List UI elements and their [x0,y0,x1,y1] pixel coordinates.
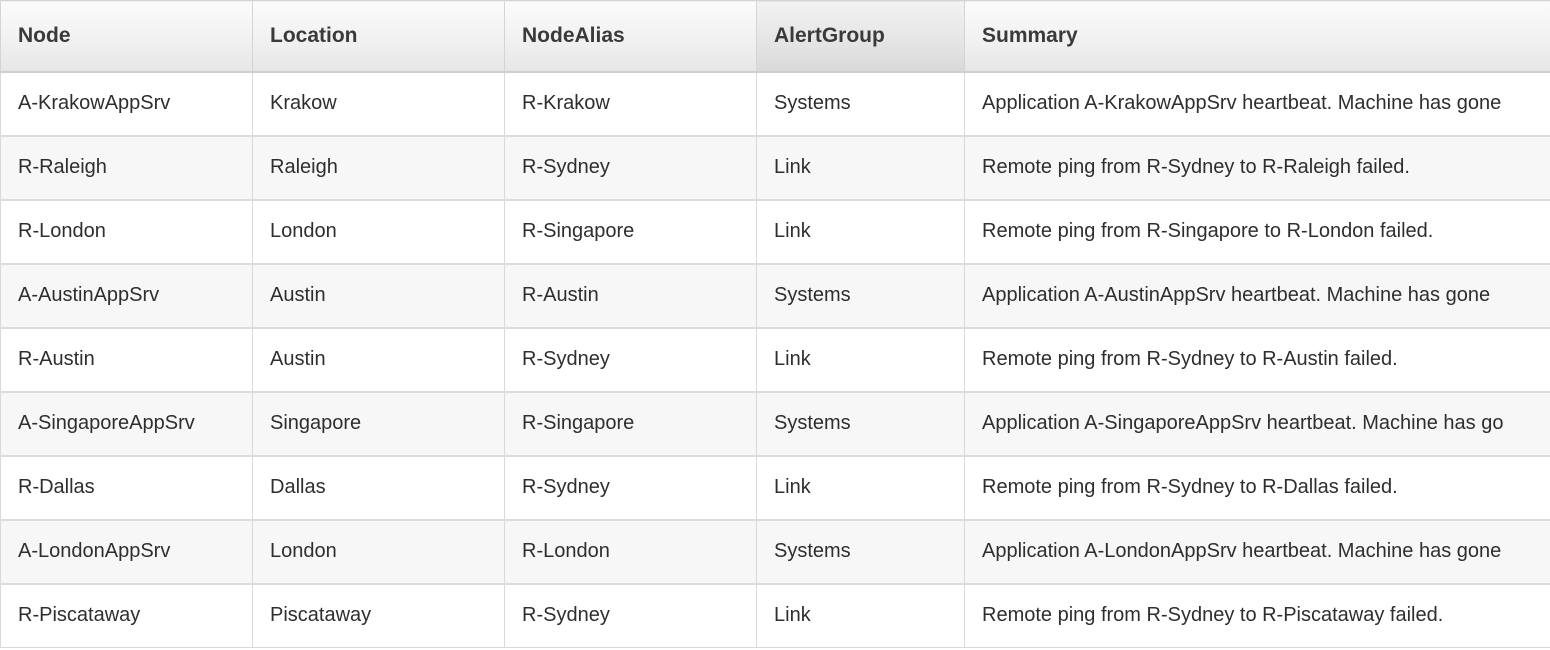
cell-alertgroup: Link [756,134,965,200]
cell-summary: Remote ping from R-Sydney to R-Dallas fa… [964,454,1550,520]
table-row[interactable]: R-Piscataway Piscataway R-Sydney Link Re… [0,582,1550,648]
cell-node: A-KrakowAppSrv [0,70,253,136]
cell-nodealias: R-Sydney [504,326,757,392]
cell-alertgroup: Systems [756,262,965,328]
cell-nodealias: R-Sydney [504,454,757,520]
cell-alertgroup: Link [756,454,965,520]
event-list-grid: Node Location NodeAlias AlertGroup Summa… [0,0,1550,650]
cell-node: R-Dallas [0,454,253,520]
cell-alertgroup: Link [756,582,965,648]
cell-summary: Application A-LondonAppSrv heartbeat. Ma… [964,518,1550,584]
cell-summary: Application A-SingaporeAppSrv heartbeat.… [964,390,1550,456]
cell-location: London [252,198,505,264]
column-header-summary[interactable]: Summary [964,0,1550,73]
table-row[interactable]: A-KrakowAppSrv Krakow R-Krakow Systems A… [0,70,1550,136]
column-header-location[interactable]: Location [252,0,505,73]
cell-location: Austin [252,262,505,328]
cell-node: A-SingaporeAppSrv [0,390,253,456]
table-row[interactable]: A-AustinAppSrv Austin R-Austin Systems A… [0,262,1550,328]
table-row[interactable]: A-LondonAppSrv London R-London Systems A… [0,518,1550,584]
cell-location: Austin [252,326,505,392]
cell-nodealias: R-Sydney [504,582,757,648]
cell-summary: Remote ping from R-Sydney to R-Piscatawa… [964,582,1550,648]
cell-node: R-Piscataway [0,582,253,648]
cell-location: London [252,518,505,584]
cell-nodealias: R-Sydney [504,134,757,200]
cell-summary: Application A-KrakowAppSrv heartbeat. Ma… [964,70,1550,136]
cell-summary: Remote ping from R-Sydney to R-Austin fa… [964,326,1550,392]
cell-nodealias: R-London [504,518,757,584]
cell-alertgroup: Link [756,198,965,264]
cell-node: A-LondonAppSrv [0,518,253,584]
cell-nodealias: R-Austin [504,262,757,328]
cell-alertgroup: Systems [756,518,965,584]
cell-summary: Application A-AustinAppSrv heartbeat. Ma… [964,262,1550,328]
table-row[interactable]: R-Dallas Dallas R-Sydney Link Remote pin… [0,454,1550,520]
table-row[interactable]: A-SingaporeAppSrv Singapore R-Singapore … [0,390,1550,456]
table-header: Node Location NodeAlias AlertGroup Summa… [0,0,1550,73]
column-header-node[interactable]: Node [0,0,253,73]
cell-summary: Remote ping from R-Singapore to R-London… [964,198,1550,264]
table-row[interactable]: R-Austin Austin R-Sydney Link Remote pin… [0,326,1550,392]
cell-nodealias: R-Singapore [504,198,757,264]
cell-alertgroup: Link [756,326,965,392]
table-body: A-KrakowAppSrv Krakow R-Krakow Systems A… [0,70,1550,648]
cell-location: Krakow [252,70,505,136]
cell-node: A-AustinAppSrv [0,262,253,328]
cell-alertgroup: Systems [756,390,965,456]
cell-location: Raleigh [252,134,505,200]
cell-summary: Remote ping from R-Sydney to R-Raleigh f… [964,134,1550,200]
cell-alertgroup: Systems [756,70,965,136]
cell-node: R-Raleigh [0,134,253,200]
cell-node: R-London [0,198,253,264]
table-row[interactable]: R-London London R-Singapore Link Remote … [0,198,1550,264]
column-header-nodealias[interactable]: NodeAlias [504,0,757,73]
header-row: Node Location NodeAlias AlertGroup Summa… [0,0,1550,73]
column-header-alertgroup[interactable]: AlertGroup [756,0,965,73]
event-table: Node Location NodeAlias AlertGroup Summa… [0,0,1550,648]
cell-location: Dallas [252,454,505,520]
table-row[interactable]: R-Raleigh Raleigh R-Sydney Link Remote p… [0,134,1550,200]
cell-nodealias: R-Krakow [504,70,757,136]
cell-nodealias: R-Singapore [504,390,757,456]
cell-location: Singapore [252,390,505,456]
cell-node: R-Austin [0,326,253,392]
cell-location: Piscataway [252,582,505,648]
